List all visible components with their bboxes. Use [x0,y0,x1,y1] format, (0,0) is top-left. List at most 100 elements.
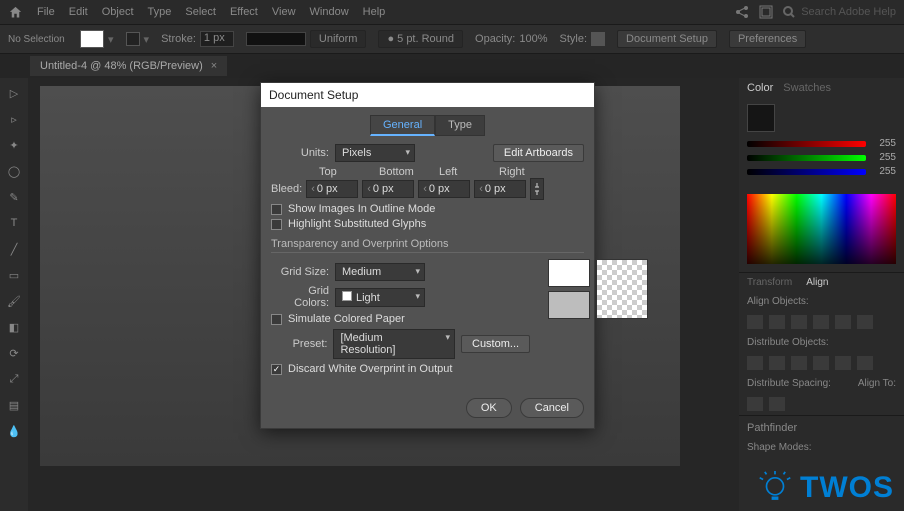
slider-b-value: 255 [872,166,896,177]
pen-tool[interactable]: ✎ [3,186,25,208]
dist-2[interactable] [769,356,785,370]
menu-view[interactable]: View [272,6,296,18]
slider-r[interactable] [747,141,866,147]
menu-object[interactable]: Object [102,6,134,18]
grid-size-select[interactable]: Medium [335,263,425,281]
help-search[interactable]: Search Adobe Help [783,6,896,18]
dist-6[interactable] [857,356,873,370]
show-images-outline-checkbox[interactable]: Show Images In Outline Mode [271,203,584,215]
stroke-uniform[interactable]: Uniform [310,30,367,48]
tab-align[interactable]: Align [806,277,828,288]
menu-select[interactable]: Select [185,6,216,18]
close-tab-icon[interactable]: × [211,60,217,72]
bleed-bottom-input[interactable]: 0 px [362,180,414,198]
align-left[interactable] [747,315,763,329]
opacity-value[interactable]: 100% [519,33,547,45]
bleed-top-label: Top [319,166,375,178]
bleed-top-input[interactable]: 0 px [306,180,358,198]
slider-b[interactable] [747,169,866,175]
ok-button[interactable]: OK [466,398,512,418]
dist-3[interactable] [791,356,807,370]
distribute-objects-label: Distribute Objects: [739,333,904,352]
bleed-right-label: Right [499,166,555,178]
scale-tool[interactable]: ⤢ [3,368,25,390]
edit-artboards-button[interactable]: Edit Artboards [493,144,584,162]
eraser-tool[interactable]: ◧ [3,316,25,338]
rect-tool[interactable]: ▭ [3,264,25,286]
right-panels: Color Swatches 255 255 255 TransformAlig… [739,78,904,511]
dist-sp-2[interactable] [769,397,785,411]
line-tool[interactable]: ╱ [3,238,25,260]
dist-sp-1[interactable] [747,397,763,411]
twos-watermark: TWOS [758,471,894,505]
bleed-label: Bleed: [271,183,302,195]
tab-transform[interactable]: Transform [747,277,792,288]
menu-effect[interactable]: Effect [230,6,258,18]
align-hcenter[interactable] [769,315,785,329]
stroke-label: Stroke: [161,33,196,45]
menu-bar: File Edit Object Type Select Effect View… [0,0,904,24]
tab-type[interactable]: Type [435,115,485,136]
highlight-glyphs-checkbox[interactable]: Highlight Substituted Glyphs [271,218,584,230]
color-spectrum[interactable] [747,194,896,264]
style-label: Style: [560,33,588,45]
menu-window[interactable]: Window [310,6,349,18]
bleed-left-input[interactable]: 0 px [418,180,470,198]
tab-swatches[interactable]: Swatches [783,82,831,94]
tab-general[interactable]: General [370,115,435,136]
menu-type[interactable]: Type [148,6,172,18]
distribute-spacing-label: Distribute Spacing: [747,378,831,389]
color-swatch[interactable] [747,104,775,132]
brush-tool[interactable]: 🖌 [3,290,25,312]
cancel-button[interactable]: Cancel [520,398,584,418]
preferences-button[interactable]: Preferences [729,30,806,48]
stroke-profile[interactable] [246,32,306,46]
menu-edit[interactable]: Edit [69,6,88,18]
simulate-paper-checkbox[interactable]: Simulate Colored Paper [271,313,530,325]
align-bottom[interactable] [857,315,873,329]
units-select[interactable]: Pixels [335,144,415,162]
preset-select[interactable]: [Medium Resolution] [333,329,455,359]
dist-1[interactable] [747,356,763,370]
lasso-tool[interactable]: ◯ [3,160,25,182]
align-vcenter[interactable] [835,315,851,329]
home-icon[interactable] [8,5,23,20]
discard-white-checkbox[interactable]: Discard White Overprint in Output [271,363,530,375]
stroke-weight[interactable]: 1 px [200,31,234,47]
stroke-swatch[interactable] [126,32,140,46]
grid-colors-select[interactable]: Light [335,288,425,307]
dist-5[interactable] [835,356,851,370]
dialog-title: Document Setup [261,83,594,107]
tab-color[interactable]: Color [747,82,773,94]
wand-tool[interactable]: ✦ [3,134,25,156]
brush-def[interactable]: ● 5 pt. Round [378,30,463,48]
grid-preview-white[interactable] [548,259,590,287]
document-tab[interactable]: Untitled-4 @ 48% (RGB/Preview) × [30,56,227,76]
style-swatch[interactable] [591,32,605,46]
menu-file[interactable]: File [37,6,55,18]
custom-button[interactable]: Custom... [461,335,530,353]
align-top[interactable] [813,315,829,329]
align-to-label: Align To: [858,378,896,389]
fill-swatch[interactable] [80,30,104,48]
direct-selection-tool[interactable]: ▹ [3,108,25,130]
align-right[interactable] [791,315,807,329]
link-bleed-icon[interactable] [530,178,544,200]
grid-preview-gray[interactable] [548,291,590,319]
selection-tool[interactable]: ▷ [3,82,25,104]
share-icon[interactable] [735,5,749,19]
document-setup-button[interactable]: Document Setup [617,30,717,48]
shape-modes-label: Shape Modes: [739,440,904,455]
grid-preview [548,259,648,378]
type-tool[interactable]: T [3,212,25,234]
units-label: Units: [271,147,329,159]
slider-g[interactable] [747,155,866,161]
bleed-right-input[interactable]: 0 px [474,180,526,198]
menu-help[interactable]: Help [363,6,386,18]
arrange-icon[interactable] [759,5,773,19]
eyedropper-tool[interactable]: 💧 [3,420,25,442]
opacity-label: Opacity: [475,33,515,45]
dist-4[interactable] [813,356,829,370]
gradient-tool[interactable]: ▤ [3,394,25,416]
rotate-tool[interactable]: ⟳ [3,342,25,364]
